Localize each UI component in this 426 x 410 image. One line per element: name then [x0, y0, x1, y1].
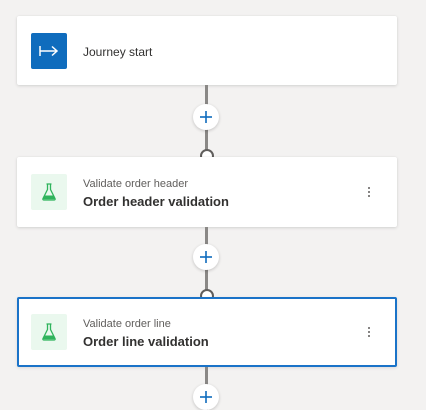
node-subtitle: Validate order line — [83, 318, 171, 330]
flask-icon — [31, 314, 67, 350]
add-step-button[interactable] — [193, 244, 219, 270]
more-vertical-icon[interactable] — [361, 182, 377, 202]
add-step-button[interactable] — [193, 384, 219, 410]
journey-start-label: Journey start — [83, 45, 153, 59]
node-title: Order line validation — [83, 334, 209, 349]
journey-start-icon — [31, 33, 67, 69]
more-vertical-icon[interactable] — [361, 322, 377, 342]
order-header-validation-node[interactable]: Validate order header Order header valid… — [17, 157, 397, 227]
order-line-validation-node[interactable]: Validate order line Order line validatio… — [17, 297, 397, 367]
journey-start-node[interactable]: Journey start — [17, 16, 397, 85]
node-subtitle: Validate order header — [83, 178, 188, 190]
plus-icon — [200, 391, 212, 403]
plus-icon — [200, 111, 212, 123]
flask-icon — [31, 174, 67, 210]
add-step-button[interactable] — [193, 104, 219, 130]
node-title: Order header validation — [83, 194, 229, 209]
plus-icon — [200, 251, 212, 263]
